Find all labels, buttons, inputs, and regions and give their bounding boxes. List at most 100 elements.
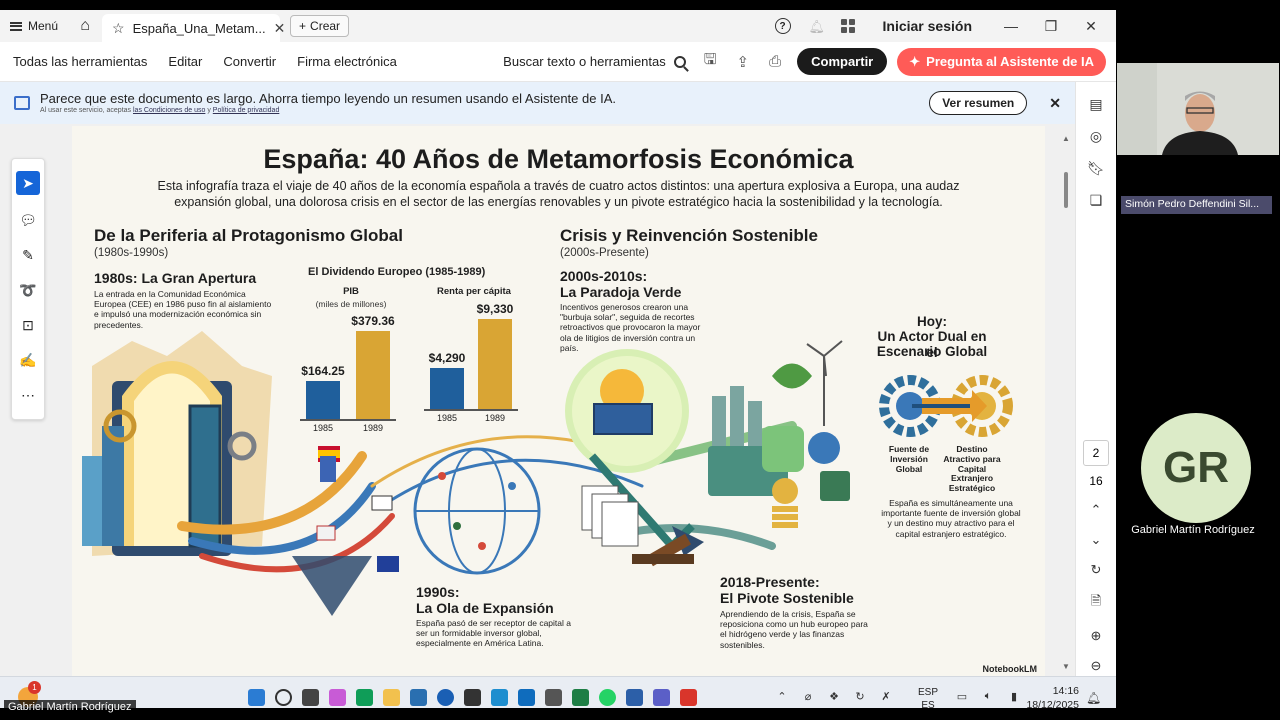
banner-fine-print: Al usar este servicio, aceptas las Condi… bbox=[40, 107, 616, 115]
search-tools[interactable]: Buscar texto o herramientas bbox=[503, 54, 686, 69]
chart-pib-subtitle: PIB bbox=[343, 286, 359, 297]
view-summary-button[interactable]: Ver resumen bbox=[929, 91, 1028, 115]
help-icon[interactable]: ? bbox=[774, 18, 791, 34]
lasso-icon[interactable]: ➰ bbox=[16, 280, 40, 300]
left-section-title: De la Periferia al Protagonismo Global bbox=[94, 226, 403, 245]
excel-icon[interactable] bbox=[572, 689, 589, 706]
refresh-icon[interactable]: ↻ bbox=[1091, 562, 1102, 578]
close-tab-icon[interactable]: ✕ bbox=[274, 20, 286, 37]
explorer-icon[interactable] bbox=[383, 689, 400, 706]
notification-badge: 1 bbox=[28, 681, 41, 694]
minimize-icon[interactable]: — bbox=[1000, 18, 1022, 34]
participant-avatar[interactable]: GR bbox=[1141, 413, 1251, 523]
more-tools-icon[interactable]: ⋯ bbox=[16, 385, 40, 405]
notifications-icon[interactable]: 🔔︎ bbox=[1086, 691, 1101, 705]
bookmark-icon[interactable]: 🔖︎ bbox=[1086, 158, 1106, 178]
dropbox-icon[interactable]: ❖ bbox=[827, 689, 841, 703]
gears-illustration bbox=[879, 375, 1013, 437]
word-icon[interactable] bbox=[626, 689, 643, 706]
acrobat-icon[interactable] bbox=[680, 689, 697, 706]
block-hoy-title-line3: Escenario Global bbox=[876, 344, 988, 359]
summary-icon bbox=[14, 96, 30, 110]
display-icon[interactable]: ▭ bbox=[955, 689, 969, 703]
store-icon[interactable] bbox=[410, 689, 427, 706]
new-tab-button[interactable]: + Crear bbox=[290, 15, 350, 37]
ai-assistant-button[interactable]: ✦ Pregunta al Asistente de IA bbox=[897, 47, 1106, 76]
page-down-icon[interactable]: ⌄ bbox=[1091, 532, 1102, 548]
home-icon[interactable]: ⌂ bbox=[76, 17, 94, 35]
clock[interactable]: 14:16 18/12/2025 bbox=[1023, 685, 1079, 708]
plus-icon: + bbox=[299, 19, 307, 33]
comment-icon[interactable]: 💬︎ bbox=[16, 210, 40, 230]
participant-camera[interactable] bbox=[1117, 63, 1279, 155]
terms-link[interactable]: las Condiciones de uso bbox=[133, 107, 205, 114]
chart-category-label: 1985 bbox=[436, 413, 458, 423]
sync-icon[interactable]: ↻ bbox=[853, 689, 867, 703]
toolbar-tool-convert[interactable]: Convertir bbox=[223, 54, 276, 69]
app-gray-icon[interactable] bbox=[545, 689, 562, 706]
outlook-icon[interactable] bbox=[518, 689, 535, 706]
zoom-in-icon[interactable]: ⊕ bbox=[1091, 628, 1102, 644]
hp-icon[interactable] bbox=[437, 689, 454, 706]
battery-icon[interactable]: ▮ bbox=[1007, 689, 1021, 703]
whatsapp-icon[interactable] bbox=[599, 689, 616, 706]
volume-icon[interactable]: 🔈︎ bbox=[981, 689, 995, 703]
stamp-icon[interactable]: ✍ bbox=[16, 350, 40, 370]
start-icon[interactable] bbox=[248, 689, 265, 706]
comments-panel-icon[interactable]: ◎ bbox=[1086, 126, 1106, 146]
upload-icon[interactable]: ⇪ bbox=[737, 53, 750, 71]
scroll-up-icon[interactable]: ▲ bbox=[1062, 134, 1070, 143]
current-page[interactable]: 2 bbox=[1083, 440, 1109, 466]
flow-ribbons bbox=[177, 421, 797, 573]
clock-date: 18/12/2025 bbox=[1026, 698, 1079, 708]
fine-mid: y bbox=[207, 106, 211, 114]
file-icon[interactable]: 🗎 bbox=[1091, 592, 1101, 614]
scroll-thumb[interactable] bbox=[1064, 172, 1068, 208]
page-up-icon[interactable]: ⌃ bbox=[1091, 502, 1102, 518]
task-view-icon[interactable] bbox=[302, 689, 319, 706]
privacy-link[interactable]: Política de privacidad bbox=[213, 107, 280, 114]
copilot-icon[interactable] bbox=[329, 689, 346, 706]
hamburger-icon bbox=[10, 21, 22, 31]
self-participant-label: Gabriel Martín Rodríguez bbox=[4, 700, 136, 714]
notebooklm-watermark: NotebookLM bbox=[982, 664, 1038, 674]
close-banner-icon[interactable]: ✕ bbox=[1049, 95, 1061, 112]
app-titlebar: Menú ⌂ ☆ España_Una_Metam... ✕ + Crear ?… bbox=[0, 10, 1116, 42]
text-box-icon[interactable]: ⊡ bbox=[16, 315, 40, 335]
camera-off-icon[interactable]: ⌀ bbox=[801, 689, 815, 703]
select-cursor-icon[interactable]: ➤ bbox=[16, 171, 40, 195]
scroll-down-icon[interactable]: ▼ bbox=[1062, 662, 1070, 671]
toolbar-tool-edit[interactable]: Editar bbox=[168, 54, 202, 69]
terminal-icon[interactable] bbox=[464, 689, 481, 706]
language-indicator[interactable]: ESP ES bbox=[918, 686, 938, 708]
teams-icon[interactable] bbox=[653, 689, 670, 706]
tab-document[interactable]: ☆ España_Una_Metam... ✕ bbox=[102, 14, 285, 42]
ai-summary-icon[interactable]: ▤ bbox=[1086, 94, 1106, 114]
apps-grid-icon[interactable] bbox=[840, 19, 855, 33]
camera-participant-name: Simón Pedro Deffendini Sil... bbox=[1121, 196, 1272, 214]
taskbar-search-icon[interactable] bbox=[275, 689, 292, 706]
infographic-intro: Esta infografía traza el viaje de 40 año… bbox=[157, 179, 960, 210]
maximize-icon[interactable]: ❐ bbox=[1040, 18, 1062, 35]
tray-expand-icon[interactable]: ⌃ bbox=[775, 689, 789, 703]
mic-off-icon[interactable]: ✗ bbox=[879, 689, 893, 703]
share-button[interactable]: Compartir bbox=[797, 48, 888, 75]
app-blue-icon[interactable] bbox=[491, 689, 508, 706]
document-page: España: 40 Años de Metamorfosis Económic… bbox=[72, 126, 1045, 676]
star-icon[interactable]: ☆ bbox=[112, 20, 125, 37]
print-icon[interactable]: ⎙ bbox=[769, 53, 781, 70]
vertical-scrollbar[interactable]: ▲ ▼ bbox=[1059, 126, 1073, 676]
toolbar-tool-all[interactable]: Todas las herramientas bbox=[13, 54, 147, 69]
browser-icon[interactable] bbox=[356, 689, 373, 706]
close-window-icon[interactable]: ✕ bbox=[1080, 18, 1102, 35]
bell-icon[interactable]: 🔔︎ bbox=[809, 19, 826, 34]
zoom-out-icon[interactable]: ⊖ bbox=[1091, 658, 1102, 674]
sign-in-link[interactable]: Iniciar sesión bbox=[883, 18, 972, 34]
lang-line1: ESP bbox=[918, 687, 939, 698]
pen-icon[interactable]: ✎ bbox=[16, 245, 40, 265]
pages-icon[interactable]: ❏ bbox=[1086, 190, 1106, 210]
ai-summary-banner: Parece que este documento es largo. Ahor… bbox=[0, 82, 1075, 124]
menu-button[interactable]: Menú bbox=[0, 19, 68, 33]
save-icon[interactable]: 🖫 bbox=[704, 49, 717, 74]
toolbar-tool-esign[interactable]: Firma electrónica bbox=[297, 54, 397, 69]
